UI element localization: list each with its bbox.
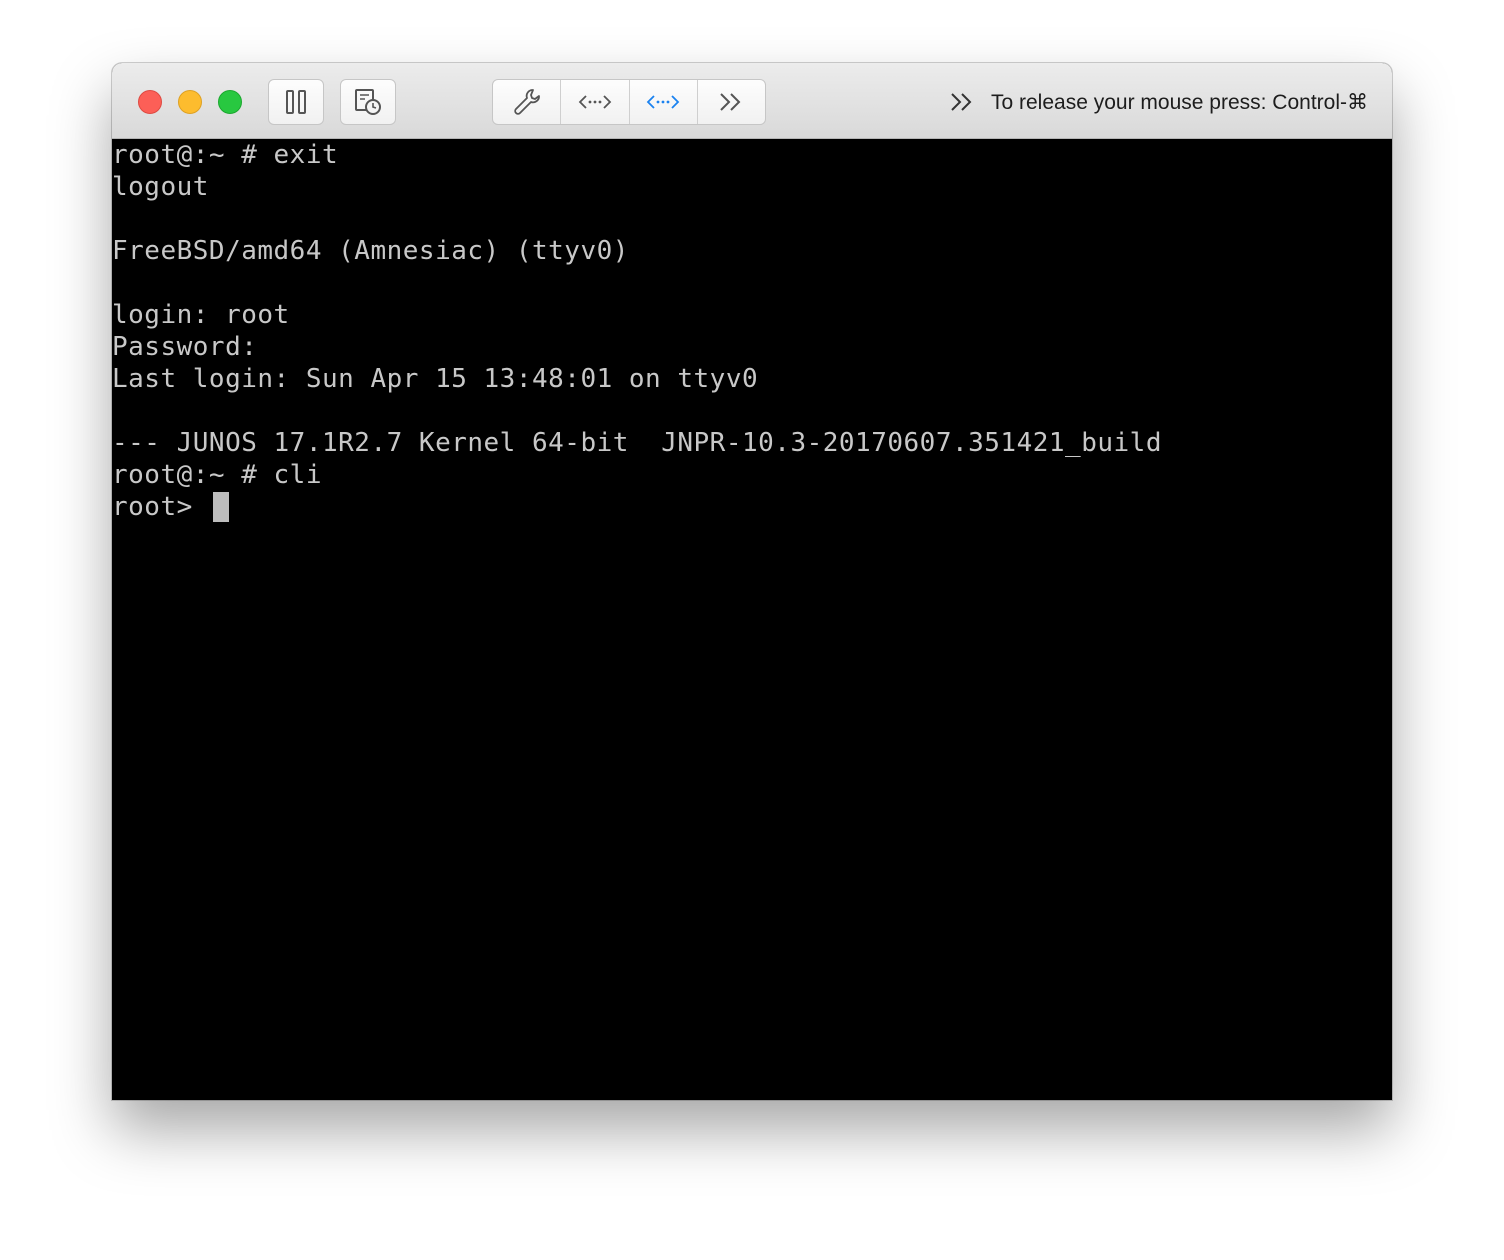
terminal-line: Last login: Sun Apr 15 13:48:01 on ttyv0 [112,364,759,394]
network-arrows-active-icon [646,92,680,112]
terminal-line: Password: [112,332,258,362]
pause-button[interactable] [268,79,324,125]
text-cursor [212,492,229,522]
wrench-icon [512,87,542,117]
vm-window: To release your mouse press: Control-⌘ r… [112,63,1392,1100]
network-arrows-icon [578,92,612,112]
cli-prompt: root> [112,492,209,522]
network-active-button[interactable] [630,80,698,124]
terminal-output: root@:~ # exit logout FreeBSD/amd64 (Amn… [112,139,1162,523]
terminal-prompt-line[interactable]: root> [112,491,1162,523]
terminal-line: --- JUNOS 17.1R2.7 Kernel 64-bit JNPR-10… [112,428,1162,458]
terminal-line: root@:~ # cli [112,460,322,490]
terminal-line: logout [112,172,209,202]
title-bar: To release your mouse press: Control-⌘ [112,63,1392,139]
minimize-window-button[interactable] [178,90,202,114]
maximize-window-button[interactable] [218,90,242,114]
close-window-button[interactable] [138,90,162,114]
pause-icon [285,89,307,115]
mouse-release-hint: To release your mouse press: Control-⌘ [949,87,1368,117]
settings-button[interactable] [493,80,562,124]
toolbar-segmented-control [492,79,766,125]
snapshot-icon [353,87,383,117]
terminal-line: FreeBSD/amd64 (Amnesiac) (ttyv0) [112,236,629,266]
terminal-line: root@:~ # exit [112,140,339,170]
vm-console-screen[interactable]: root@:~ # exit logout FreeBSD/amd64 (Amn… [112,139,1392,1100]
double-chevron-right-icon [718,91,744,113]
network-button[interactable] [561,80,630,124]
release-hint-text: To release your mouse press: Control-⌘ [991,90,1368,114]
terminal-line: login: root [112,300,290,330]
more-button[interactable] [698,80,765,124]
snapshot-button[interactable] [340,79,396,125]
double-chevron-right-icon [949,91,975,113]
